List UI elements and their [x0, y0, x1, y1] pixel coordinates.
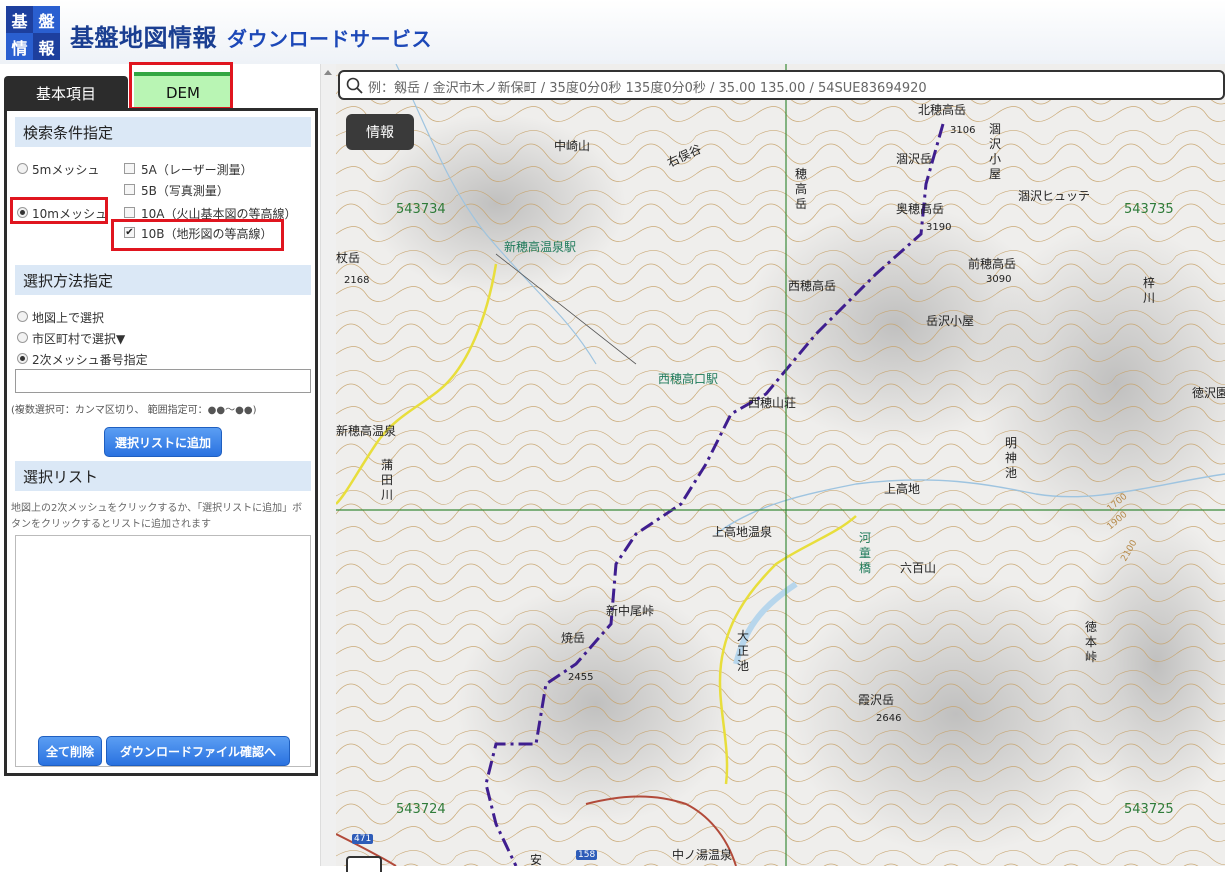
place-label: 岳沢小屋 [926, 314, 975, 328]
highlight-box [10, 197, 108, 224]
radio-mesh-number[interactable] [17, 353, 28, 364]
method-heading: 選択方法指定 [15, 265, 311, 295]
place-label: 中崎山 [554, 139, 591, 153]
place-label: 新中尾峠 [606, 604, 655, 618]
logo-cell: 情 [6, 33, 33, 60]
selection-list[interactable] [15, 535, 311, 767]
header: 基 盤 情 報 基盤地図情報 ダウンロードサービス [0, 0, 1225, 65]
check-5b[interactable] [124, 184, 135, 195]
mesh-label: 543735 [1124, 202, 1174, 217]
map-search-bar[interactable]: 例：剱岳 / 金沢市木ノ新保町 / 35度0分0秒 135度0分0秒 / 35.… [338, 70, 1225, 100]
place-label: 徳本峠 [1084, 620, 1097, 664]
tab-basic[interactable]: 基本項目 [4, 76, 128, 110]
side-panel: 基本項目 DEM 検索条件指定 5mメッシュ 10mメッシュ 5A（レーザー測量… [0, 62, 320, 866]
station-label: 西穂高口駅 [658, 372, 719, 386]
place-label: 焼岳 [561, 631, 586, 645]
place-label: 涸沢ヒュッテ [1018, 189, 1091, 203]
place-label: 安 [530, 853, 543, 866]
logo: 基 盤 情 報 [6, 6, 60, 60]
place-label: 梓川 [1142, 276, 1155, 305]
logo-cell: 基 [6, 6, 33, 33]
place-label: 新穂高温泉 [336, 424, 397, 438]
check-10a[interactable] [124, 207, 135, 218]
place-label: 蒲田川 [380, 458, 393, 502]
elevation-label: 2455 [568, 672, 594, 683]
radio-map-select[interactable] [17, 311, 28, 322]
map-view[interactable]: 543734 543735 543724 543725 北穂高岳 3106 涸沢… [336, 64, 1225, 866]
place-label: 前穂高岳 [968, 257, 1017, 271]
place-label: 上高地温泉 [712, 525, 773, 539]
elevation-label: 3106 [950, 125, 976, 136]
place-label: 大正池 [736, 629, 749, 673]
place-label: 徳沢園 [1192, 386, 1225, 400]
place-label: 奥穂高岳 [896, 202, 945, 216]
place-label: 涸沢岳 [896, 152, 933, 166]
list-heading: 選択リスト [15, 461, 311, 491]
place-label: 上高地 [884, 482, 921, 496]
list-description: 地図上の2次メッシュをクリックするか、「選択リストに追加」ボタンをクリックすると… [11, 503, 303, 530]
place-label: 穂高岳 [794, 167, 807, 211]
elevation-label: 2168 [344, 275, 370, 286]
place-label: 六百山 [900, 561, 937, 575]
label-city-select: 市区町村で選択▼ [32, 332, 126, 346]
logo-cell: 盤 [33, 6, 60, 33]
elevation-label: 2646 [876, 713, 902, 724]
label-5m: 5mメッシュ [32, 163, 100, 177]
place-label: 杖岳 [336, 251, 361, 265]
search-icon [346, 77, 363, 94]
label-5a: 5A（レーザー測量） [141, 163, 253, 177]
info-button[interactable]: 情報 [346, 114, 414, 150]
title-sub: ダウンロードサービス [227, 27, 432, 51]
check-5a[interactable] [124, 163, 135, 174]
scroll-up-arrow[interactable] [324, 70, 332, 75]
title-main: 基盤地図情報 [70, 24, 217, 52]
download-confirm-button[interactable]: ダウンロードファイル確認へ [106, 736, 290, 766]
search-placeholder: 例：剱岳 / 金沢市木ノ新保町 / 35度0分0秒 135度0分0秒 / 35.… [368, 81, 927, 96]
map-canvas [336, 64, 1225, 866]
add-to-list-button[interactable]: 選択リストに追加 [104, 427, 222, 457]
route-shield: 471 [352, 834, 374, 844]
elevation-label: 3190 [926, 222, 952, 233]
label-mesh-number: 2次メッシュ番号指定 [32, 353, 148, 367]
highlight-box [129, 62, 233, 110]
map-control[interactable] [346, 856, 382, 872]
logo-cell: 報 [33, 33, 60, 60]
mesh-label: 543725 [1124, 802, 1174, 817]
label-5b: 5B（写真測量） [141, 184, 229, 198]
place-label: 西穂山荘 [748, 396, 797, 410]
mesh-hint: (複数選択可：カンマ区切り、 範囲指定可：●●～●●) [11, 405, 257, 416]
mesh-label: 543724 [396, 802, 446, 817]
radio-5m[interactable] [17, 163, 28, 174]
dem-panel: 検索条件指定 5mメッシュ 10mメッシュ 5A（レーザー測量） 5B（写真測量… [4, 108, 318, 776]
place-label: 涸沢小屋 [988, 122, 1001, 181]
clear-all-button[interactable]: 全て削除 [38, 736, 102, 766]
place-label: 中ノ湯温泉 [672, 848, 733, 862]
page-title: 基盤地図情報 ダウンロードサービス [70, 18, 432, 53]
scrollbar[interactable] [320, 64, 336, 866]
place-label: 明神池 [1004, 436, 1017, 480]
elevation-label: 3090 [986, 274, 1012, 285]
place-label: 西穂高岳 [788, 279, 837, 293]
radio-city-select[interactable] [17, 332, 28, 343]
highlight-box [111, 219, 284, 251]
mesh-label: 543734 [396, 202, 446, 217]
place-label: 霞沢岳 [858, 693, 895, 707]
route-shield: 158 [576, 850, 598, 860]
criteria-heading: 検索条件指定 [15, 117, 311, 147]
place-label: 北穂高岳 [918, 103, 967, 117]
mesh-number-input[interactable] [15, 369, 311, 393]
station-label: 新穂高温泉駅 [504, 240, 577, 254]
place-label: 河童橋 [858, 531, 871, 575]
label-map-select: 地図上で選択 [32, 311, 105, 325]
